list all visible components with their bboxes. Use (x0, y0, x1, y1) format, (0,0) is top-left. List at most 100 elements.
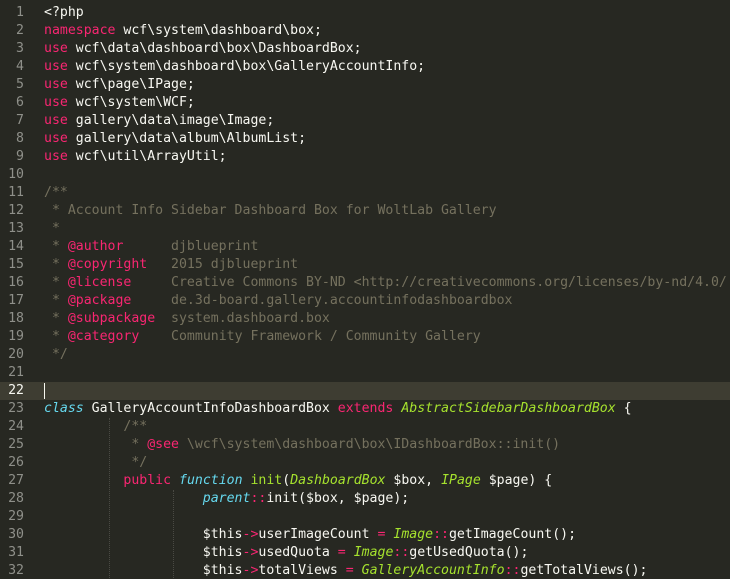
code-token: * (44, 310, 68, 326)
code-text[interactable]: * (44, 220, 60, 238)
code-token: /** (44, 184, 68, 200)
code-text[interactable]: parent::init($box, $page); (44, 490, 409, 508)
code-text[interactable]: use wcf\system\dashboard\box\GalleryAcco… (44, 58, 425, 76)
code-token: * (44, 256, 68, 272)
code-token: class (44, 400, 84, 416)
indent-guide (109, 417, 111, 579)
code-token: Creative Commons BY-ND <http://creativec… (131, 274, 727, 290)
code-token: * (44, 220, 60, 236)
code-text[interactable]: class GalleryAccountInfoDashboardBox ext… (44, 400, 632, 418)
code-text[interactable]: $this->totalViews = GalleryAccountInfo::… (44, 562, 648, 579)
line-number: 7 (16, 112, 24, 128)
code-token: * (44, 436, 148, 452)
code-token: @subpackage (67, 310, 156, 326)
indent-guide (173, 489, 175, 579)
code-token: \wcf\system\dashboard\box\IDashboardBox:… (178, 436, 561, 452)
code-text[interactable]: * @license Creative Commons BY-ND <http:… (44, 274, 727, 292)
code-text[interactable]: * @copyright 2015 djblueprint (44, 256, 298, 274)
code-text[interactable]: namespace wcf\system\dashboard\box; (44, 22, 322, 40)
code-token: $box, (385, 472, 442, 488)
code-text[interactable]: * Account Info Sidebar Dashboard Box for… (44, 202, 497, 220)
code-token: IPage (441, 472, 481, 488)
code-text[interactable]: * @author djblueprint (44, 238, 258, 256)
line-number: 26 (8, 454, 24, 470)
code-token: * (44, 238, 68, 254)
code-text[interactable]: */ (44, 454, 147, 472)
line-number: 20 (8, 346, 24, 362)
code-token: AbstractSidebarDashboardBox (401, 400, 616, 416)
line-number: 30 (8, 526, 24, 542)
code-token: use (44, 40, 68, 56)
code-text[interactable]: use wcf\data\dashboard\box\DashboardBox; (44, 40, 362, 58)
code-token: @package (67, 292, 132, 308)
code-token: wcf\system\dashboard\box; (115, 22, 322, 38)
code-text[interactable]: */ (44, 346, 68, 364)
code-text[interactable]: use gallery\data\album\AlbumList; (44, 130, 306, 148)
code-text[interactable]: * @category Community Framework / Commun… (44, 328, 481, 346)
code-token: public (123, 472, 172, 488)
code-text[interactable]: <?php (44, 4, 84, 22)
code-token: getImageCount(); (448, 526, 577, 542)
line-number: 4 (16, 58, 24, 74)
code-token: @author (67, 238, 124, 254)
code-token: use (44, 148, 68, 164)
code-text[interactable]: * @see \wcf\system\dashboard\box\IDashbo… (44, 436, 560, 454)
code-token: = (345, 562, 354, 578)
code-token: -> (242, 562, 259, 578)
code-token: wcf\system\dashboard\box\GalleryAccountI… (67, 58, 426, 74)
code-text[interactable]: use gallery\data\image\Image; (44, 112, 274, 130)
code-token: /** (44, 418, 148, 434)
line-number: 5 (16, 76, 24, 92)
code-line[interactable]: 22 (0, 381, 730, 400)
code-text[interactable]: /** (44, 418, 147, 436)
code-token: djblueprint (123, 238, 259, 254)
line-number: 17 (8, 292, 24, 308)
code-text[interactable]: /** (44, 184, 68, 202)
code-token: @license (67, 274, 132, 290)
code-text[interactable]: public function init(DashboardBox $box, … (44, 472, 552, 490)
line-number: 18 (8, 310, 24, 326)
code-token: use (44, 76, 68, 92)
code-text[interactable]: use wcf\system\WCF; (44, 94, 195, 112)
code-token: wcf\system\WCF; (67, 94, 195, 110)
code-token: $this (44, 562, 243, 578)
code-token: -> (242, 526, 259, 542)
code-token: namespace (44, 22, 116, 38)
code-token: <?php (44, 4, 84, 20)
code-text[interactable]: use wcf\page\IPage; (44, 76, 195, 94)
code-token: $this (44, 544, 243, 560)
code-token: gallery\data\album\AlbumList; (67, 130, 307, 146)
code-token: :: (250, 490, 267, 506)
line-number: 16 (8, 274, 24, 290)
line-number: 28 (8, 490, 24, 506)
line-number: 9 (16, 148, 24, 164)
code-token: */ (44, 346, 68, 362)
code-token: * (44, 328, 68, 344)
code-token: init($box, $page); (266, 490, 410, 506)
code-token: Image (393, 526, 434, 542)
code-token: totalViews (258, 562, 346, 578)
code-token: use (44, 94, 68, 110)
code-editor[interactable]: 1 <?php 2 namespace wcf\system\dashboard\bo… (0, 0, 730, 579)
code-text[interactable]: * @subpackage system.dashboard.box (44, 310, 330, 328)
code-text[interactable]: $this->userImageCount = Image::getImageC… (44, 526, 576, 544)
code-text[interactable]: use wcf\util\ArrayUtil; (44, 148, 227, 166)
code-token: @category (67, 328, 140, 344)
code-token: :: (504, 562, 521, 578)
code-token: getTotalViews(); (520, 562, 648, 578)
line-number: 10 (8, 166, 24, 182)
code-text[interactable]: * @package de.3d-board.gallery.accountin… (44, 292, 513, 310)
code-token: { (615, 400, 632, 416)
code-token: parent (202, 490, 251, 506)
line-number: 19 (8, 328, 24, 344)
code-token: -> (242, 544, 259, 560)
code-text[interactable]: $this->usedQuota = Image::getUsedQuota()… (44, 544, 529, 562)
code-token: getUsedQuota(); (409, 544, 529, 560)
code-token: use (44, 112, 68, 128)
code-token: wcf\page\IPage; (67, 76, 195, 92)
line-number: 22 (8, 382, 24, 398)
